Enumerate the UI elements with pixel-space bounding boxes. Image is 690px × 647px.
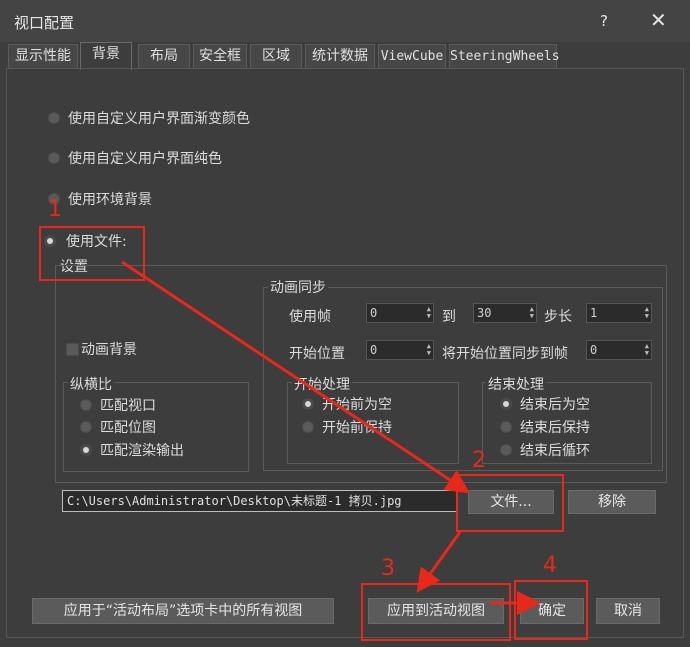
radio-start-hold[interactable] <box>302 421 314 433</box>
spinner-arrows-icon[interactable]: ▲ ▼ <box>645 343 649 357</box>
anim-sync-title: 动画同步 <box>268 277 328 297</box>
window-title: 视口配置 <box>14 14 75 32</box>
sync-value: 0 <box>590 343 598 357</box>
animate-bg-label: 动画背景 <box>81 342 137 358</box>
remove-button[interactable]: 移除 <box>568 490 656 514</box>
radio-match-viewport[interactable] <box>80 399 92 411</box>
use-frame-value: 0 <box>370 306 378 320</box>
file-button[interactable]: 文件... <box>468 490 554 514</box>
tab-layout[interactable]: 布局 <box>138 44 190 68</box>
radio-start-empty[interactable] <box>302 398 314 410</box>
use-file-label: 使用文件: <box>66 234 127 250</box>
tab-background[interactable]: 背景 <box>80 42 132 70</box>
to-value: 30 <box>477 306 492 320</box>
start-pos-spinner[interactable]: 0 ▲ ▼ <box>366 340 434 360</box>
annotation-number-4: 4 <box>543 553 557 578</box>
tab-statistics[interactable]: 统计数据 <box>305 44 375 68</box>
radio-match-render[interactable] <box>80 444 92 456</box>
start-pos-label: 开始位置 <box>289 346 345 362</box>
match-bitmap-label: 匹配位图 <box>100 420 156 436</box>
help-button[interactable]: ? <box>600 12 608 30</box>
aspect-title: 纵横比 <box>68 374 114 394</box>
start-pos-value: 0 <box>370 343 378 357</box>
close-button[interactable]: ✕ <box>650 8 667 32</box>
sync-label: 将开始位置同步到帧 <box>442 346 568 362</box>
radio-end-empty[interactable] <box>500 398 512 410</box>
spinner-arrows-icon[interactable]: ▲ ▼ <box>427 306 431 320</box>
spinner-arrows-icon[interactable]: ▲ ▼ <box>427 343 431 357</box>
tab-safe-frames[interactable]: 安全框 <box>193 44 247 68</box>
step-label: 步长 <box>544 309 572 325</box>
match-render-label: 匹配渲染输出 <box>100 443 184 459</box>
tab-regions[interactable]: 区域 <box>250 44 302 68</box>
gradient-label: 使用自定义用户界面渐变颜色 <box>68 111 250 127</box>
radio-use-file[interactable] <box>44 235 56 247</box>
radio-solid[interactable] <box>48 152 60 164</box>
environment-label: 使用环境背景 <box>68 192 152 208</box>
ok-button[interactable]: 确定 <box>520 598 584 624</box>
file-path-field[interactable]: C:\Users\Administrator\Desktop\未标题-1 拷贝.… <box>62 490 458 512</box>
to-spinner[interactable]: 30 ▲ ▼ <box>473 303 537 323</box>
step-value: 1 <box>590 306 598 320</box>
tab-display-performance[interactable]: 显示性能 <box>8 44 78 68</box>
solid-label: 使用自定义用户界面纯色 <box>68 151 222 167</box>
end-empty-label: 结束后为空 <box>520 397 590 413</box>
spinner-arrows-icon[interactable]: ▲ ▼ <box>530 306 534 320</box>
start-proc-title: 开始处理 <box>292 374 352 394</box>
tab-viewcube[interactable]: ViewCube <box>378 44 446 68</box>
start-hold-label: 开始前保持 <box>322 420 392 436</box>
start-empty-label: 开始前为空 <box>322 397 392 413</box>
annotation-number-1: 1 <box>48 197 62 222</box>
radio-end-loop[interactable] <box>500 444 512 456</box>
match-viewport-label: 匹配视口 <box>100 398 156 414</box>
end-proc-title: 结束处理 <box>486 374 546 394</box>
to-label: 到 <box>442 309 456 325</box>
radio-end-hold[interactable] <box>500 421 512 433</box>
sync-spinner[interactable]: 0 ▲ ▼ <box>586 340 652 360</box>
use-frame-spinner[interactable]: 0 ▲ ▼ <box>366 303 434 323</box>
tab-steeringwheels[interactable]: SteeringWheels <box>449 44 560 68</box>
title-bar <box>0 0 690 42</box>
annotation-number-3: 3 <box>381 556 395 581</box>
radio-gradient[interactable] <box>48 112 60 124</box>
annotation-number-2: 2 <box>472 448 486 473</box>
animate-bg-checkbox[interactable] <box>66 343 79 356</box>
apply-active-button[interactable]: 应用到活动视图 <box>368 598 504 624</box>
cancel-button[interactable]: 取消 <box>596 598 660 624</box>
end-hold-label: 结束后保持 <box>520 420 590 436</box>
end-loop-label: 结束后循环 <box>520 443 590 459</box>
spinner-arrows-icon[interactable]: ▲ ▼ <box>645 306 649 320</box>
use-frame-label: 使用帧 <box>289 309 331 325</box>
step-spinner[interactable]: 1 ▲ ▼ <box>586 303 652 323</box>
radio-match-bitmap[interactable] <box>80 421 92 433</box>
apply-all-button[interactable]: 应用于“活动布局”选项卡中的所有视图 <box>32 598 334 624</box>
